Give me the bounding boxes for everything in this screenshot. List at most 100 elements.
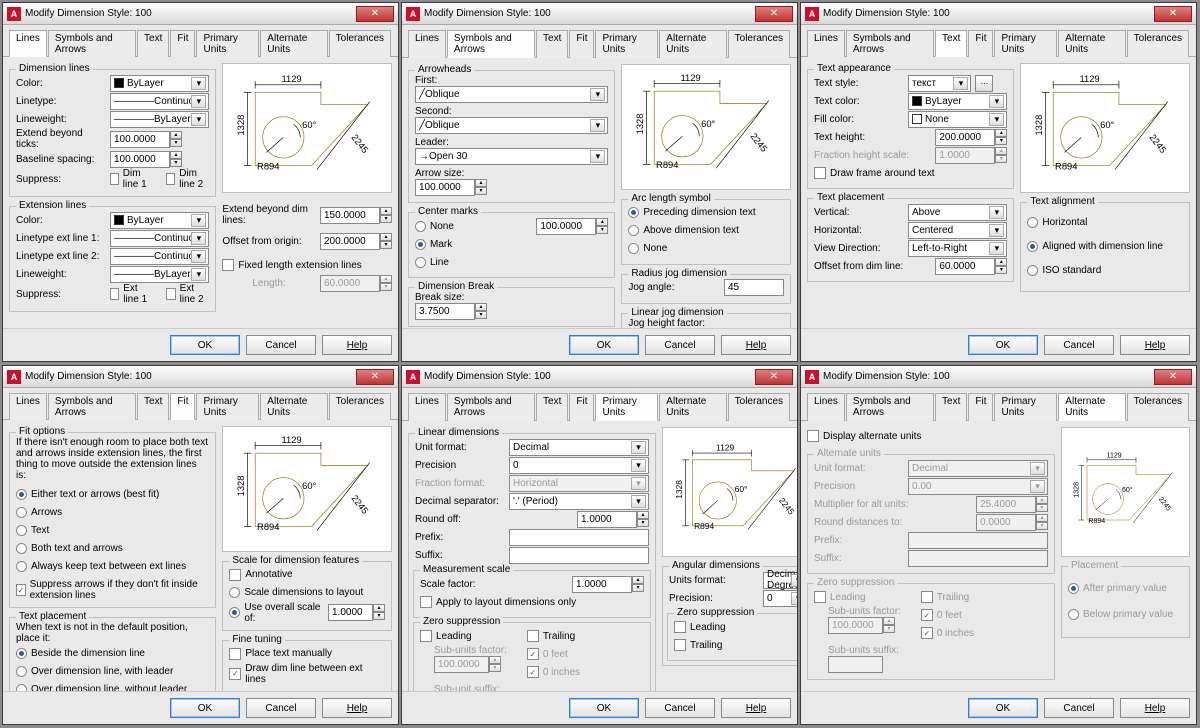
fill-color-select[interactable]: None: [908, 111, 1007, 128]
tab-text[interactable]: Text: [935, 30, 967, 57]
help-button[interactable]: Help: [322, 698, 392, 718]
text-height-input[interactable]: [935, 129, 995, 146]
tab-tolerances[interactable]: Tolerances: [728, 393, 790, 421]
ang-trail-check[interactable]: [674, 639, 686, 651]
uos-input[interactable]: [328, 604, 373, 621]
first-arrow-select[interactable]: ╱ Oblique: [415, 86, 608, 103]
tab-primary-units[interactable]: Primary Units: [994, 30, 1057, 57]
vert-select[interactable]: Above: [908, 204, 1007, 221]
ok-button[interactable]: OK: [170, 698, 240, 718]
tab-symbols-and-arrows[interactable]: Symbols and Arrows: [846, 393, 934, 421]
tab-lines[interactable]: Lines: [408, 30, 446, 58]
tab-lines[interactable]: Lines: [807, 30, 845, 57]
ofo-input[interactable]: [320, 233, 380, 250]
cm-mark-radio[interactable]: [415, 239, 426, 250]
trail-check[interactable]: [527, 630, 539, 642]
ptm-check[interactable]: [229, 648, 241, 660]
display-alt-check[interactable]: [807, 430, 819, 442]
atl-check[interactable]: [420, 596, 432, 608]
cancel-button[interactable]: Cancel: [645, 335, 715, 355]
cancel-button[interactable]: Cancel: [1044, 698, 1114, 718]
ext2-check[interactable]: [166, 288, 175, 300]
suffix-input[interactable]: [509, 547, 649, 564]
place-p2-radio[interactable]: [16, 666, 27, 677]
fit-o4-radio[interactable]: [16, 543, 27, 554]
ok-button[interactable]: OK: [569, 335, 639, 355]
fit-o1-radio[interactable]: [16, 489, 27, 500]
text-color-select[interactable]: ByLayer: [908, 93, 1007, 110]
als-none-radio[interactable]: [628, 243, 639, 254]
tab-symbols-and-arrows[interactable]: Symbols and Arrows: [846, 30, 934, 57]
cancel-button[interactable]: Cancel: [246, 335, 316, 355]
tab-fit[interactable]: Fit: [569, 30, 594, 58]
tab-tolerances[interactable]: Tolerances: [329, 393, 391, 420]
lead-check[interactable]: [420, 630, 432, 642]
tab-lines[interactable]: Lines: [807, 393, 845, 421]
offset-input[interactable]: [935, 258, 995, 275]
ext-ticks-input[interactable]: [110, 131, 170, 148]
cm-line-radio[interactable]: [415, 257, 426, 268]
close-icon[interactable]: ✕: [1154, 369, 1192, 385]
tab-primary-units[interactable]: Primary Units: [994, 393, 1057, 421]
second-arrow-select[interactable]: ╱ Oblique: [415, 117, 608, 134]
leader-select[interactable]: → Open 30: [415, 148, 608, 165]
baseline-input[interactable]: [110, 151, 170, 168]
ext1-check[interactable]: [110, 288, 119, 300]
help-button[interactable]: Help: [721, 335, 791, 355]
lineweight-select[interactable]: ———— ByLayer: [110, 111, 209, 128]
als-above-radio[interactable]: [628, 225, 639, 236]
scalefactor-input[interactable]: [572, 576, 632, 593]
tab-alternate-units[interactable]: Alternate Units: [1058, 393, 1125, 421]
precision-select[interactable]: 0: [509, 457, 649, 474]
color-select[interactable]: ByLayer: [110, 75, 209, 92]
horz-select[interactable]: Centered: [908, 222, 1007, 239]
align-hor-radio[interactable]: [1027, 217, 1038, 228]
prefix-input[interactable]: [509, 529, 649, 546]
draw-frame-check[interactable]: [814, 167, 826, 179]
als-pre-radio[interactable]: [628, 207, 639, 218]
fle-check[interactable]: [222, 259, 234, 271]
decsep-select[interactable]: '.' (Period): [509, 493, 649, 510]
annotative-check[interactable]: [229, 569, 241, 581]
unitformat-select[interactable]: Decimal: [509, 439, 649, 456]
place-p3-radio[interactable]: [16, 684, 27, 692]
viewdir-select[interactable]: Left-to-Right: [908, 240, 1007, 257]
tab-fit[interactable]: Fit: [968, 30, 993, 57]
ang-unit-select[interactable]: Decimal Degrees: [763, 572, 797, 589]
tab-primary-units[interactable]: Primary Units: [595, 393, 658, 421]
help-button[interactable]: Help: [322, 335, 392, 355]
tab-alternate-units[interactable]: Alternate Units: [1058, 30, 1125, 57]
tab-symbols-and-arrows[interactable]: Symbols and Arrows: [48, 30, 136, 57]
linetype-select[interactable]: ———— Continuous: [110, 93, 209, 110]
tab-text[interactable]: Text: [935, 393, 967, 421]
fit-o5-radio[interactable]: [16, 561, 27, 572]
tab-lines[interactable]: Lines: [408, 393, 446, 421]
ecolor-select[interactable]: ByLayer: [110, 212, 209, 229]
tab-alternate-units[interactable]: Alternate Units: [260, 30, 327, 57]
place-p1-radio[interactable]: [16, 648, 27, 659]
dim1-check[interactable]: [110, 173, 119, 185]
tab-text[interactable]: Text: [536, 393, 568, 421]
close-icon[interactable]: ✕: [356, 369, 394, 385]
ok-button[interactable]: OK: [569, 698, 639, 718]
tab-fit[interactable]: Fit: [170, 30, 195, 57]
break-size-input[interactable]: [415, 303, 475, 320]
ddl-check[interactable]: ✓: [229, 668, 241, 680]
tab-text[interactable]: Text: [137, 393, 169, 420]
close-icon[interactable]: ✕: [1154, 6, 1192, 22]
align-iso-radio[interactable]: [1027, 265, 1038, 276]
ok-button[interactable]: OK: [968, 698, 1038, 718]
ang-lead-check[interactable]: [674, 621, 686, 633]
dim2-check[interactable]: [166, 173, 175, 185]
ok-button[interactable]: OK: [968, 335, 1038, 355]
cancel-button[interactable]: Cancel: [246, 698, 316, 718]
cancel-button[interactable]: Cancel: [1044, 335, 1114, 355]
elw-select[interactable]: ———— ByLayer: [110, 266, 209, 283]
tab-primary-units[interactable]: Primary Units: [595, 30, 658, 58]
close-icon[interactable]: ✕: [755, 6, 793, 22]
jog-angle-input[interactable]: [724, 279, 784, 296]
close-icon[interactable]: ✕: [755, 369, 793, 385]
tab-symbols-and-arrows[interactable]: Symbols and Arrows: [447, 30, 535, 58]
tab-primary-units[interactable]: Primary Units: [196, 30, 259, 57]
tab-tolerances[interactable]: Tolerances: [728, 30, 790, 58]
